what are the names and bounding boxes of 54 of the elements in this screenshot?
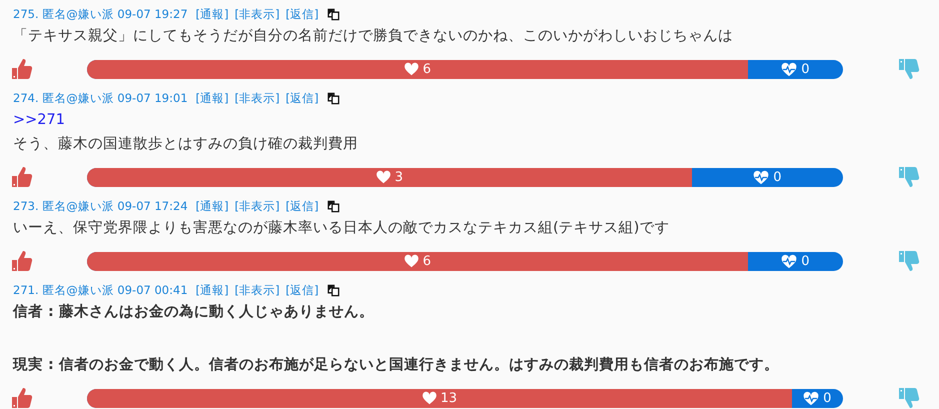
like-count: 6 [422,62,431,76]
comment-text: 信者 : 藤木さんはお金の為に動く人じゃありません。 [13,302,375,322]
comment-meta: 274. 匿名@嫌い派 09-07 19:01 [13,90,188,106]
comment-link[interactable]: [返信] [286,6,319,22]
copy-icon[interactable] [326,8,340,20]
comment-meta: 273. 匿名@嫌い派 09-07 17:24 [13,198,188,214]
comment-text: 現実 : 信者のお金で動く人。信者のお布施が足らないと国連行きません。はすみの裁判費用も信者のお布施です。 [13,355,780,375]
comment-link[interactable]: [通報] [196,6,229,22]
like-count: 3 [394,170,404,184]
thumbs-down-icon[interactable] [896,165,922,189]
comment-meta: 275. 匿名@嫌い派 09-07 19:27 [13,6,188,22]
comment-link[interactable]: [非表示] [234,90,280,106]
comment-text: 「テキサス親父」にしてもそうだが自分の名前だけで勝負できないのかね、このいかがわしいおじちゃんは [13,27,734,46]
comment-text: いーえ、保守党界隈よりも害悪なのが藤木率いる日本人の敵でカスなテキカス組(テキサス組)です [13,218,670,238]
thumbs-down-icon[interactable] [896,249,922,273]
dislike-segment[interactable]: 0 [692,168,843,186]
heart-icon [422,391,437,405]
thumbs-down-icon[interactable] [896,57,922,81]
comment-link[interactable]: [返信] [286,90,319,106]
comment-link[interactable]: [非表示] [234,6,280,22]
copy-icon[interactable] [326,284,340,296]
comment-link[interactable]: [非表示] [234,282,280,298]
dislike-count: 0 [801,254,810,268]
dislike-count: 0 [801,62,810,76]
heart-icon [404,254,419,268]
dislike-count: 0 [823,390,832,406]
comment-link[interactable]: [返信] [286,198,319,214]
like-segment[interactable]: 13 [87,388,792,408]
dislike-segment[interactable]: 0 [792,388,843,408]
heart-icon [404,62,419,76]
thumbs-up-icon[interactable] [9,386,35,409]
comment-link[interactable]: [非表示] [234,198,280,214]
comment-link[interactable]: [通報] [196,90,229,106]
thumbs-up-icon[interactable] [9,249,35,273]
dislike-segment[interactable]: 0 [748,252,843,270]
copy-icon[interactable] [326,200,340,212]
thumbs-down-icon[interactable] [896,386,922,409]
comment-meta: 271. 匿名@嫌い派 09-07 00:41 [13,282,188,298]
dislike-segment[interactable]: 0 [748,60,843,78]
comment-link[interactable]: [返信] [286,282,319,298]
comment-text: そう、藤木の国連散歩とはすみの負け確の裁判費用 [13,135,359,154]
heart-icon [376,170,391,184]
like-segment[interactable]: 3 [87,168,692,186]
dislike-count: 0 [773,170,782,184]
like-count: 6 [422,254,431,268]
like-segment[interactable]: 6 [87,60,748,78]
copy-icon[interactable] [326,92,340,104]
like-segment[interactable]: 6 [87,252,748,270]
thumbs-up-icon[interactable] [9,57,35,81]
like-count: 13 [440,390,458,406]
reply-link[interactable]: >>271 [13,108,939,132]
comment-link[interactable]: [通報] [196,198,229,214]
thumbs-up-icon[interactable] [9,165,35,189]
comment-link[interactable]: [通報] [196,282,229,298]
